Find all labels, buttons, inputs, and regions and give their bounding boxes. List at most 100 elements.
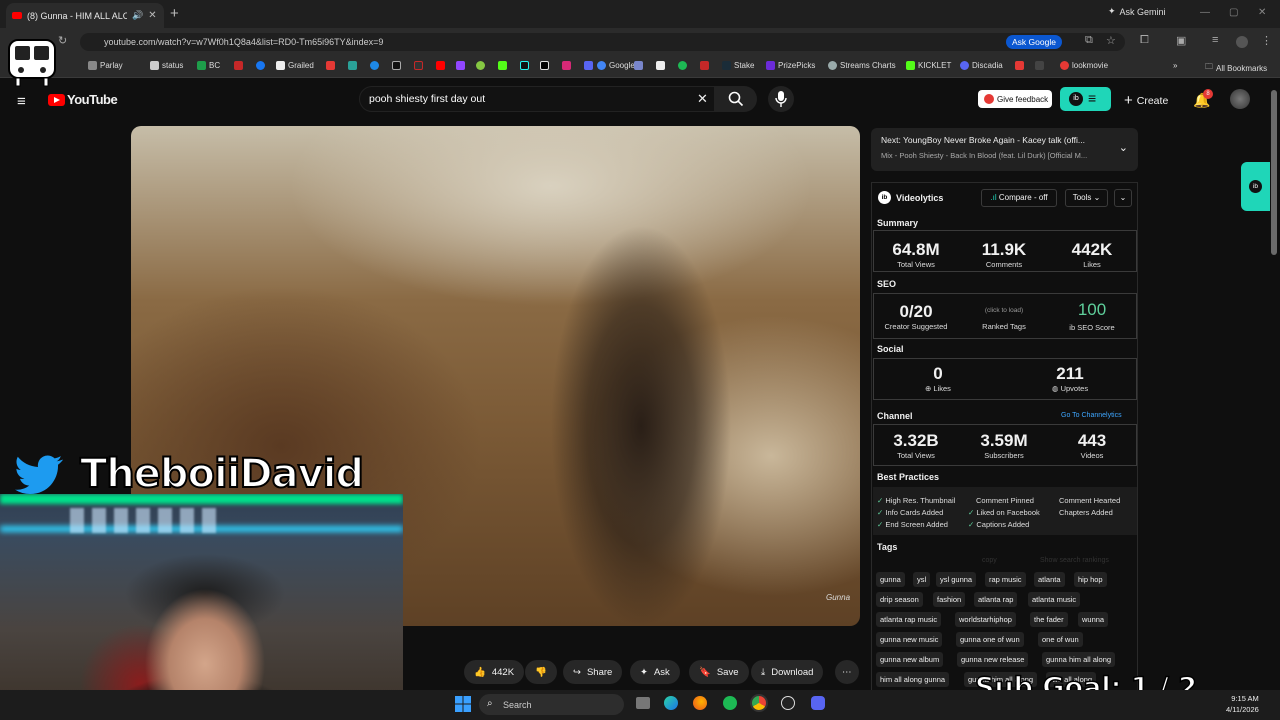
voice-search-button[interactable] — [768, 86, 794, 112]
more-bookmarks-icon[interactable]: » — [1173, 61, 1177, 70]
videolytics-side-tab[interactable]: ib — [1241, 162, 1270, 211]
tag-chip[interactable]: gunna one of wun — [956, 632, 1024, 647]
tag-chip[interactable]: ysl — [913, 572, 931, 587]
copy-tags-button[interactable]: copy — [982, 557, 997, 564]
bookmark-discadia[interactable]: Discadia — [960, 61, 1003, 70]
tag-chip[interactable]: drip season — [876, 592, 923, 607]
speaker-icon[interactable]: 🔊 — [132, 10, 143, 21]
bookmark-spotify[interactable] — [678, 61, 687, 70]
browser-tab[interactable]: (8) Gunna - HIM ALL ALON 🔊 ✕ — [6, 3, 164, 28]
download-button[interactable]: ⤓ Download — [751, 660, 824, 684]
bookmark-youtube[interactable] — [436, 61, 445, 70]
bookmark-streams-charts[interactable]: Streams Charts — [828, 61, 896, 70]
tag-chip[interactable]: atlanta music — [1028, 592, 1081, 607]
bookmark-bc[interactable]: BC — [197, 61, 220, 70]
spotify-taskbar-icon[interactable] — [723, 696, 737, 710]
bookmark-teal[interactable] — [348, 61, 357, 70]
maximize-icon[interactable]: ▢ — [1229, 7, 1238, 18]
bookmark-amazon[interactable] — [656, 61, 665, 70]
taskbar-search[interactable]: Search — [479, 694, 624, 715]
next-video-card[interactable]: Next: YoungBoy Never Broke Again - Kacey… — [871, 128, 1138, 171]
tag-chip[interactable]: gunna new release — [957, 652, 1029, 667]
save-button[interactable]: 🔖 Save — [689, 660, 749, 684]
bookmark-x[interactable] — [540, 61, 549, 70]
menu-list-icon[interactable]: ≡ — [1212, 34, 1218, 46]
discord-taskbar-icon[interactable] — [811, 696, 825, 710]
bookmark-tv[interactable] — [1035, 61, 1044, 70]
extensions-icon[interactable]: ⧠ — [1140, 34, 1149, 47]
click-to-load[interactable]: (click to load) — [960, 307, 1048, 314]
windows-start-icon[interactable] — [455, 696, 471, 712]
tag-chip[interactable]: atlanta rap music — [876, 612, 942, 627]
tag-chip[interactable]: gunna — [876, 572, 905, 587]
user-avatar[interactable] — [1230, 89, 1250, 109]
close-tab-icon[interactable]: ✕ — [148, 10, 156, 21]
reload-icon[interactable]: ↻ — [58, 34, 67, 47]
chevron-down-icon[interactable]: ⌄ — [1119, 141, 1128, 154]
bookmark-chart[interactable] — [700, 61, 709, 70]
chrome-menu-icon[interactable]: ⋮ — [1261, 34, 1272, 47]
tag-chip[interactable]: fashion — [933, 592, 966, 607]
bookmark-gray[interactable] — [634, 61, 643, 70]
system-clock[interactable]: 9:15 AM 4/11/2026 — [1226, 693, 1259, 715]
collapse-button[interactable]: ⌄ — [1114, 189, 1132, 207]
tools-button[interactable]: Tools ⌄ — [1065, 189, 1108, 207]
more-actions-button[interactable]: ⋯ — [835, 660, 859, 684]
bookmark-instagram[interactable] — [562, 61, 571, 70]
bookmark-sc[interactable] — [326, 61, 335, 70]
tag-chip[interactable]: him all along gunna — [876, 672, 950, 687]
tag-chip[interactable]: worldstarhiphop — [955, 612, 1016, 627]
bookmark-status[interactable]: status — [150, 61, 183, 70]
tag-chip[interactable]: hip hop — [1074, 572, 1107, 587]
search-button[interactable] — [715, 86, 757, 112]
tag-chip[interactable]: wunna — [1078, 612, 1109, 627]
bookmark-s[interactable] — [1015, 61, 1024, 70]
tag-chip[interactable]: gunna new music — [876, 632, 943, 647]
like-button[interactable]: 👍 442K — [464, 660, 524, 684]
new-tab-button[interactable]: + — [170, 5, 179, 22]
bookmark-discord[interactable] — [584, 61, 593, 70]
hamburger-menu-icon[interactable]: ≡ — [17, 93, 26, 110]
bookmark-parlay[interactable]: Parlay — [88, 61, 123, 70]
tag-chip[interactable]: atlanta rap — [974, 592, 1018, 607]
compare-button[interactable]: .ıl Compare - off — [981, 189, 1057, 207]
all-bookmarks[interactable]: 🗀 All Bookmarks — [1205, 61, 1267, 75]
tag-chip[interactable]: gunna new album — [876, 652, 944, 667]
bookmark-kick[interactable] — [498, 61, 507, 70]
minimize-icon[interactable]: — — [1200, 7, 1210, 18]
tag-chip[interactable]: ysl gunna — [936, 572, 977, 587]
bookmark-rumble[interactable] — [476, 61, 485, 70]
tag-chip[interactable]: gunna him all along — [1042, 652, 1116, 667]
task-view-icon[interactable] — [636, 697, 650, 709]
bookmark-prizepicks[interactable]: PrizePicks — [766, 61, 815, 70]
ask-gemini-button[interactable]: ✦ Ask Gemini — [1108, 6, 1166, 17]
bookmark-grailed[interactable]: Grailed — [276, 61, 314, 70]
bookmark-icon-red[interactable] — [234, 61, 243, 70]
bookmark-h[interactable] — [392, 61, 401, 70]
tag-chip[interactable]: one of wun — [1038, 632, 1083, 647]
search-input[interactable]: pooh shiesty first day out — [359, 86, 715, 112]
firefox-icon[interactable] — [693, 696, 707, 710]
bookmark-tiktok[interactable] — [520, 61, 529, 70]
bookmark-google[interactable]: Google — [597, 61, 635, 70]
bookmark-blue[interactable] — [370, 61, 379, 70]
ask-button[interactable]: ✦ Ask — [630, 660, 680, 684]
edge-icon[interactable] — [664, 696, 678, 710]
bookmark-lookmovie[interactable]: lookmovie — [1060, 61, 1108, 70]
tag-chip[interactable]: the fader — [1030, 612, 1068, 627]
obs-icon[interactable] — [781, 696, 795, 710]
bookmark-stake[interactable]: Stake — [722, 61, 754, 70]
ask-google-button[interactable]: Ask Google — [1006, 35, 1062, 49]
bookmark-twitch[interactable] — [456, 61, 465, 70]
create-button[interactable]: + Create — [1124, 92, 1168, 109]
tag-chip[interactable]: atlanta — [1034, 572, 1065, 587]
tag-chip[interactable]: rap music — [985, 572, 1026, 587]
youtube-logo[interactable]: YouTube — [48, 92, 118, 107]
bookmark-facebook[interactable] — [256, 61, 265, 70]
clear-search-icon[interactable]: ✕ — [697, 91, 708, 107]
videolytics-toggle-button[interactable]: ib ≡ — [1060, 87, 1111, 111]
sidepanel-icon[interactable]: ▣ — [1176, 34, 1186, 47]
go-to-channelytics-link[interactable]: Go To Channelytics — [1061, 412, 1122, 419]
give-feedback-button[interactable]: Give feedback — [978, 90, 1052, 108]
profile-avatar[interactable] — [1236, 36, 1248, 48]
